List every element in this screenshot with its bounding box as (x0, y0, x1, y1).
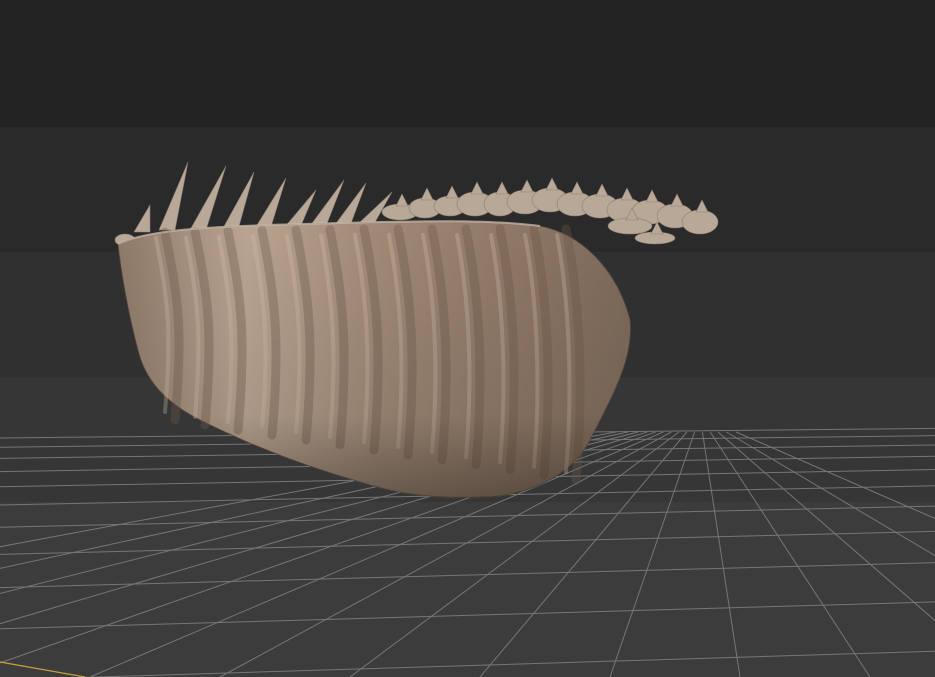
dorsal-spine (253, 177, 287, 231)
grid-line (0, 601, 935, 630)
3d-viewport[interactable] (0, 0, 935, 677)
grid-line (735, 431, 935, 519)
vertebra-process (595, 183, 609, 197)
vertebra (681, 209, 719, 235)
grid-line (726, 431, 935, 557)
vertebra-process (570, 181, 584, 195)
vertebra-process (470, 181, 484, 195)
dorsal-spine (133, 203, 151, 233)
grid-line (717, 431, 935, 622)
vertebra (607, 217, 653, 235)
vertebra-process (695, 199, 709, 213)
dorsal-spine (221, 171, 255, 231)
dorsal-spine (283, 189, 317, 229)
viewport-scene (0, 161, 935, 677)
vertebra-process (670, 193, 684, 207)
dorsal-spine (158, 161, 189, 231)
vertebra-process (445, 185, 459, 199)
grid-line (609, 431, 696, 677)
dorsal-spine (189, 165, 227, 231)
vertebra-process (495, 181, 509, 195)
vertebra-process (545, 177, 559, 191)
vertebra-process (395, 193, 409, 207)
vertebra-process (520, 179, 534, 193)
vertebra-process (420, 187, 434, 201)
grid-line (0, 562, 935, 589)
grid-line (0, 505, 935, 528)
x-axis-line (0, 661, 86, 677)
vertebra-process (645, 189, 659, 203)
vertebra-process (620, 187, 634, 201)
